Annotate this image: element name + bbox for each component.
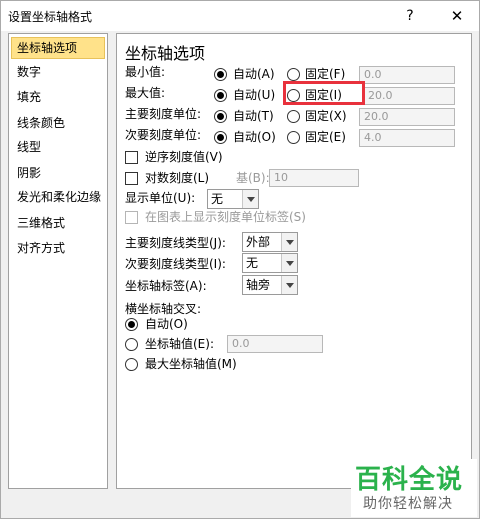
min-fixed-label: 固定(F) [305,67,346,81]
major-tick-select[interactable]: 外部 [242,232,298,252]
major-unit-label: 主要刻度单位: [125,107,202,121]
minor-tick-label: 次要刻度线类型(I): [125,257,226,271]
minor-unit-auto-radio[interactable] [214,131,227,144]
reverse-order-label: 逆序刻度值(V) [145,150,223,164]
cross-max-radio[interactable] [125,358,138,371]
close-button[interactable]: ✕ [439,4,475,28]
sidebar-item-number[interactable]: 数字 [11,61,105,83]
sidebar-item-alignment[interactable]: 对齐方式 [11,237,105,259]
sidebar-item-line-style[interactable]: 线型 [11,136,105,158]
cross-auto-radio[interactable] [125,318,138,331]
major-unit-auto-label: 自动(T) [233,109,274,123]
title-bar: 设置坐标轴格式 ? ✕ [1,1,479,31]
watermark-main: 百科全说 [355,465,464,495]
axis-cross-label: 横坐标轴交叉: [125,302,202,316]
show-units-label-text: 在图表上显示刻度单位标签(S) [145,210,306,224]
axis-labels-value: 轴旁 [246,278,271,292]
sidebar-item-axis-options[interactable]: 坐标轴选项 [11,37,105,59]
sidebar-item-3d-format[interactable]: 三维格式 [11,212,105,234]
sidebar-item-fill[interactable]: 填充 [11,86,105,108]
chevron-down-icon [281,254,297,272]
minor-unit-value-input[interactable]: 4.0 [359,129,455,147]
show-units-label-checkbox[interactable] [125,211,138,224]
major-unit-fixed-radio[interactable] [287,110,300,123]
display-units-value: 无 [211,192,224,206]
sidebar-item-glow[interactable]: 发光和柔化边缘 [11,186,105,208]
max-value-input[interactable]: 20.0 [363,87,455,105]
minor-unit-label: 次要刻度单位: [125,128,202,142]
log-base-input[interactable]: 10 [269,169,359,187]
min-label: 最小值: [125,65,166,79]
major-tick-label: 主要刻度线类型(J): [125,236,226,250]
chevron-down-icon [242,190,258,208]
minor-unit-auto-label: 自动(O) [233,130,276,144]
highlight-box [283,81,365,105]
reverse-order-checkbox[interactable] [125,151,138,164]
minor-tick-value: 无 [246,256,259,270]
log-scale-label: 对数刻度(L) [145,171,210,185]
min-auto-radio[interactable] [214,68,227,81]
cross-value-radio[interactable] [125,338,138,351]
max-auto-label: 自动(U) [233,88,276,102]
chevron-down-icon [281,233,297,251]
minor-unit-fixed-radio[interactable] [287,131,300,144]
major-unit-value-input[interactable]: 20.0 [359,108,455,126]
panel-title: 坐标轴选项 [125,44,206,63]
help-button[interactable]: ? [395,4,425,28]
watermark: 百科全说 助你轻松解决 [351,459,477,517]
minor-tick-select[interactable]: 无 [242,253,298,273]
log-base-label: 基(B): [236,171,270,185]
max-label: 最大值: [125,86,166,100]
cross-value-input[interactable]: 0.0 [227,335,323,353]
dialog-title: 设置坐标轴格式 [8,10,93,24]
minor-unit-fixed-label: 固定(E) [305,130,346,144]
sidebar-item-shadow[interactable]: 阴影 [11,162,105,184]
watermark-sub: 助你轻松解决 [363,496,453,512]
min-auto-label: 自动(A) [233,67,275,81]
cross-value-label: 坐标轴值(E): [145,337,214,351]
category-list: 坐标轴选项 数字 填充 线条颜色 线型 阴影 发光和柔化边缘 三维格式 对齐方式 [8,33,108,489]
min-value-input[interactable]: 0.0 [359,66,455,84]
major-unit-fixed-label: 固定(X) [305,109,347,123]
max-auto-radio[interactable] [214,89,227,102]
chevron-down-icon [281,276,297,294]
axis-labels-label: 坐标轴标签(A): [125,279,207,293]
log-scale-checkbox[interactable] [125,172,138,185]
sidebar-item-line-color[interactable]: 线条颜色 [11,112,105,134]
display-units-label: 显示单位(U): [125,191,196,205]
cross-max-label: 最大坐标轴值(M) [145,357,237,371]
min-fixed-radio[interactable] [287,68,300,81]
display-units-select[interactable]: 无 [207,189,259,209]
format-axis-dialog: 设置坐标轴格式 ? ✕ 坐标轴选项 数字 填充 线条颜色 线型 阴影 发光和柔化… [0,0,480,519]
major-tick-value: 外部 [246,235,271,249]
cross-auto-label: 自动(O) [145,317,188,331]
major-unit-auto-radio[interactable] [214,110,227,123]
axis-labels-select[interactable]: 轴旁 [242,275,298,295]
